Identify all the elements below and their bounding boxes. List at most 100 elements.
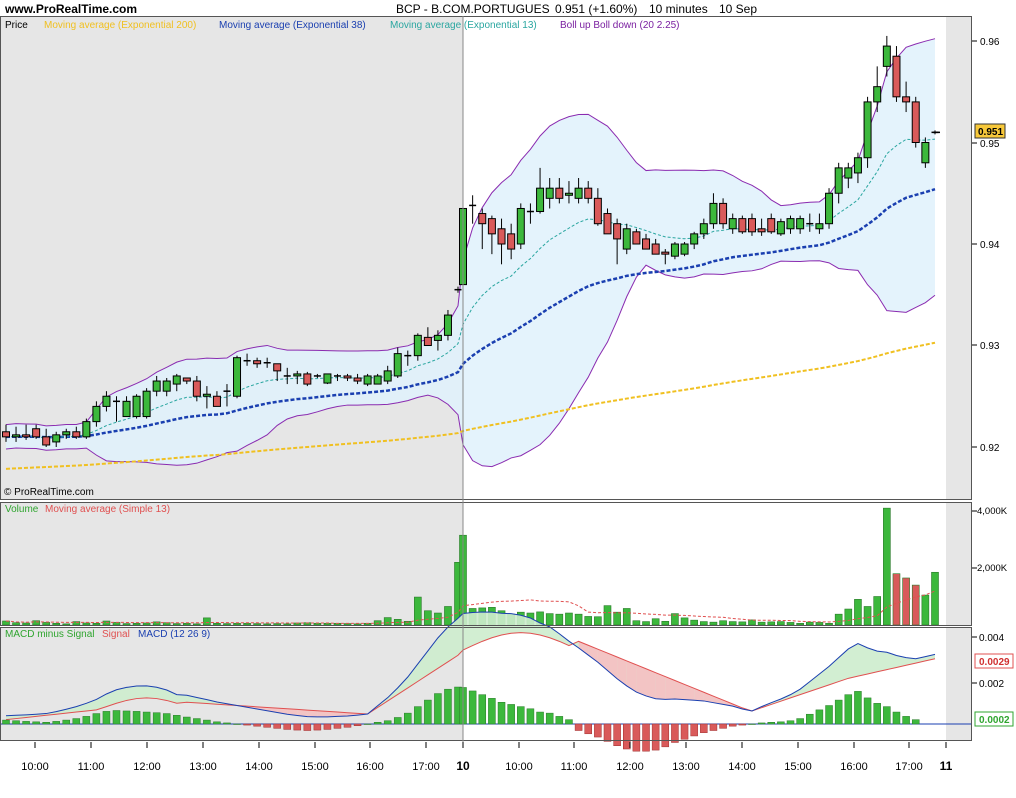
- macd-hist-bar: [313, 723, 322, 731]
- volume-bar: [172, 623, 181, 626]
- x-tick-label: 11:00: [78, 761, 105, 773]
- macd-hist-bar: [62, 719, 71, 725]
- candle-body: [293, 373, 302, 377]
- macd-hist-bar: [12, 720, 20, 725]
- candle-body: [102, 395, 111, 407]
- macd-hist-bar: [507, 704, 515, 725]
- macd-negative-fill: [646, 668, 656, 699]
- candle-body: [2, 431, 10, 438]
- candle-body: [413, 334, 422, 357]
- y-tick-0.92: 0.92: [980, 443, 1000, 454]
- macd-hist-bar: [434, 693, 442, 725]
- volume-bar: [42, 622, 50, 626]
- macd-tick-0.002: 0.002: [979, 679, 1004, 690]
- vol-tick-4000k: 4,000K: [977, 506, 1008, 517]
- volume-bar: [223, 623, 231, 626]
- volume-bar: [594, 616, 602, 626]
- candle-body: [172, 375, 181, 385]
- macd-hist-bar: [404, 712, 412, 725]
- candle-body: [661, 251, 670, 255]
- volume-bar: [931, 571, 939, 626]
- candle-body: [747, 218, 756, 233]
- volume-bar: [825, 622, 833, 626]
- volume-bar: [574, 613, 583, 626]
- volume-bar: [273, 623, 282, 626]
- volume-bar: [680, 617, 689, 626]
- x-tick-label: 17:00: [412, 761, 440, 773]
- macd-hist-bar: [834, 699, 843, 725]
- macd-hist-bar: [883, 706, 891, 725]
- macd-hist-bar: [911, 719, 920, 725]
- macd-hist-bar: [162, 713, 171, 725]
- x-tick-label: 12:00: [133, 761, 161, 773]
- volume-bar: [263, 623, 271, 626]
- candle-body: [796, 218, 805, 230]
- volume-bar: [844, 608, 853, 626]
- volume-bar: [651, 618, 660, 626]
- volume-bar: [213, 622, 221, 626]
- candle-body: [622, 228, 631, 250]
- x-tick-label: 13:00: [672, 761, 700, 773]
- macd-hist-bar: [700, 723, 708, 733]
- volume-bar: [414, 596, 422, 626]
- candle-body: [433, 334, 442, 341]
- macd-hist-bar: [22, 721, 30, 725]
- volume-bar: [253, 623, 261, 626]
- quote-value: 0.951 (+1.60%): [555, 2, 637, 16]
- x-tick-label: 12:00: [616, 761, 644, 773]
- macd-hist-bar: [32, 721, 40, 725]
- chart-canvas: www.ProRealTime.com BCP - B.COM.PORTUGUE…: [0, 2, 1014, 773]
- y-tick-0.93: 0.93: [980, 341, 1000, 352]
- prior-session-shade-volume: [0, 503, 463, 625]
- macd-hist-bar: [623, 723, 631, 750]
- candle-body: [497, 228, 506, 245]
- macd-hist-bar: [243, 723, 251, 726]
- candle-body: [152, 380, 161, 392]
- x-tick-label: 10:00: [505, 761, 533, 773]
- candle-body: [353, 377, 362, 382]
- candle-body: [202, 393, 211, 397]
- candle-body: [273, 363, 282, 372]
- candle-body: [72, 431, 81, 438]
- volume-bar: [545, 613, 554, 626]
- candle-body: [767, 218, 776, 233]
- candle-body: [603, 213, 612, 235]
- macd-negative-fill: [617, 657, 627, 686]
- chart-window: www.ProRealTime.com BCP - B.COM.PORTUGUE…: [0, 0, 1016, 798]
- site-label[interactable]: www.ProRealTime.com: [4, 2, 137, 16]
- candle-body: [373, 375, 382, 385]
- candle-body: [584, 187, 593, 199]
- macd-hist-bar: [112, 710, 121, 725]
- macd-hist-bar: [213, 721, 221, 725]
- interval-label: 10 minutes: [649, 2, 708, 16]
- macd-hist-bar: [333, 723, 342, 729]
- macd-hist-bar: [478, 694, 487, 725]
- candle-body: [844, 167, 853, 179]
- candle-body: [593, 197, 602, 225]
- macd-hist-bar: [183, 716, 191, 725]
- candle-body: [882, 45, 891, 67]
- macd-hist-bar: [873, 703, 881, 725]
- macd-hist-bar: [902, 716, 910, 725]
- candle-body: [443, 314, 452, 336]
- candle-body: [487, 218, 496, 235]
- macd-hist-bar: [293, 723, 302, 731]
- candle-body: [564, 192, 573, 196]
- volume-bar: [22, 622, 30, 626]
- x-tick-label: 10:00: [21, 761, 49, 773]
- volume-bar: [719, 620, 727, 626]
- candle-body: [815, 223, 824, 230]
- candle-body: [303, 373, 312, 385]
- volume-bar: [796, 622, 804, 626]
- macd-hist-bar: [651, 723, 660, 751]
- candle-body: [536, 187, 545, 213]
- volume-bar: [622, 608, 631, 626]
- volume-bar: [863, 606, 872, 626]
- volume-bar: [82, 622, 91, 626]
- macd-hist-bar: [373, 722, 382, 725]
- macd-hist-bar: [671, 723, 679, 743]
- candle-body: [670, 243, 679, 257]
- candle-body: [142, 390, 151, 418]
- candle-body: [545, 187, 554, 199]
- y-tick-0.94: 0.94: [980, 240, 1000, 251]
